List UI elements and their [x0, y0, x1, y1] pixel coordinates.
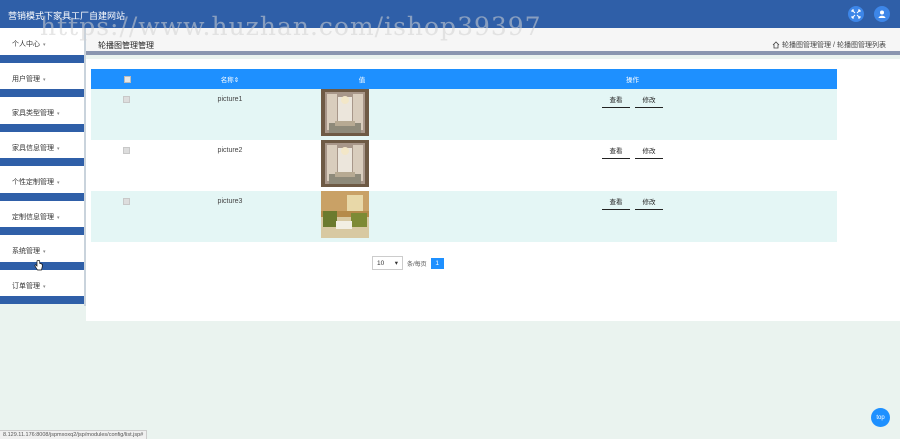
view-button[interactable]: 查看 [602, 147, 630, 159]
living-room-photo [321, 191, 369, 238]
banner-table: 名称⇕ 值 操作 picture1 查看 修改 picture2 查看 修改 p… [91, 69, 837, 242]
select-all-checkbox[interactable] [124, 75, 131, 83]
page-size-select[interactable]: 10 ▾ [372, 256, 403, 270]
page-size-label: 条/每页 [407, 261, 427, 268]
status-bar-url: 8.129.11.176:8008/jspmxoxq2/jsp/modules/… [0, 430, 148, 439]
sidebar-item-label: 个性定制管理 [12, 179, 54, 186]
breadcrumb-item-current: 轮播图管理列表 [837, 42, 886, 49]
user-icon[interactable] [874, 6, 890, 22]
main-area: 轮播图管理管理 轮播图管理管理 / 轮播图管理列表 名称⇕ 值 操作 pictu… [86, 28, 900, 439]
app-title: 营销模式下家具工厂自建网站 [8, 11, 126, 21]
sidebar-item-custom-order[interactable]: 个性定制管理 ▾ [0, 166, 84, 201]
page-number-button[interactable]: 1 [430, 257, 444, 269]
view-button[interactable]: 查看 [602, 198, 630, 210]
chandelier-room-photo [321, 140, 369, 187]
chevron-down-icon: ▾ [43, 249, 46, 255]
edit-button[interactable]: 修改 [635, 198, 663, 210]
edit-button[interactable]: 修改 [635, 147, 663, 159]
home-icon[interactable] [772, 41, 780, 49]
header-value: 值 [358, 77, 366, 84]
table-row: picture1 查看 修改 [91, 89, 837, 140]
sidebar-item-user-management[interactable]: 用户管理 ▾ [0, 62, 84, 97]
header-name[interactable]: 名称⇕ [164, 69, 296, 89]
chevron-down-icon: ▾ [43, 42, 46, 48]
sidebar-item-personal-center[interactable]: 个人中心 ▾ [0, 28, 84, 63]
pagination: 10 ▾ 条/每页 1 [372, 256, 444, 270]
row-name: picture1 [217, 96, 243, 103]
table-row: picture2 查看 修改 [91, 140, 837, 191]
sidebar-item-label: 家具类型管理 [12, 110, 54, 117]
sidebar-item-label: 订单管理 [12, 282, 40, 290]
top-bar: 营销模式下家具工厂自建网站 [0, 0, 900, 28]
chevron-down-icon: ▾ [57, 180, 60, 186]
edit-button[interactable]: 修改 [635, 96, 663, 108]
page-size-value: 10 [377, 259, 385, 267]
chevron-down-icon: ▾ [394, 260, 398, 267]
sidebar-item-label: 家具信息管理 [12, 144, 54, 152]
chevron-down-icon: ▾ [57, 214, 60, 221]
back-to-top-button[interactable]: top [871, 408, 890, 427]
chevron-down-icon: ▾ [57, 111, 60, 117]
sidebar-item-label: 定制信息管理 [12, 213, 54, 221]
row-name: picture3 [217, 198, 243, 205]
sidebar-item-custom-info[interactable]: 定制信息管理 ▾ [0, 200, 84, 235]
table-header: 名称⇕ 值 操作 [91, 69, 837, 89]
chevron-down-icon: ▾ [43, 283, 46, 290]
row-name: picture2 [217, 147, 243, 154]
breadcrumb-item-parent[interactable]: 轮播图管理管理 [782, 40, 831, 50]
sidebar-item-label: 个人中心 [12, 41, 40, 48]
fullscreen-icon[interactable] [848, 6, 864, 22]
view-button[interactable]: 查看 [602, 96, 630, 108]
sidebar-item-label: 用户管理 [12, 75, 40, 83]
sidebar-item-furniture-type[interactable]: 家具类型管理 ▾ [0, 97, 84, 132]
chandelier-room-photo [321, 89, 369, 136]
row-checkbox[interactable] [123, 96, 130, 103]
header-ops: 操作 [626, 77, 639, 84]
sidebar-item-furniture-info[interactable]: 家具信息管理 ▾ [0, 131, 84, 166]
row-checkbox[interactable] [123, 198, 130, 205]
chevron-down-icon: ▾ [43, 76, 46, 83]
sidebar-item-label: 系统管理 [12, 248, 40, 255]
content-panel: 名称⇕ 值 操作 picture1 查看 修改 picture2 查看 修改 p… [86, 59, 900, 321]
breadcrumb: 轮播图管理管理 / 轮播图管理列表 [772, 40, 886, 50]
hand-cursor-icon [34, 260, 43, 271]
sidebar-item-order-management[interactable]: 订单管理 ▾ [0, 269, 84, 304]
page-title: 轮播图管理管理 [98, 41, 154, 50]
breadcrumb-separator: / [833, 41, 835, 49]
chevron-down-icon: ▾ [57, 145, 60, 152]
row-checkbox[interactable] [123, 147, 130, 154]
table-row: picture3 查看 修改 [91, 191, 837, 242]
page-header: 轮播图管理管理 轮播图管理管理 / 轮播图管理列表 [86, 28, 900, 55]
